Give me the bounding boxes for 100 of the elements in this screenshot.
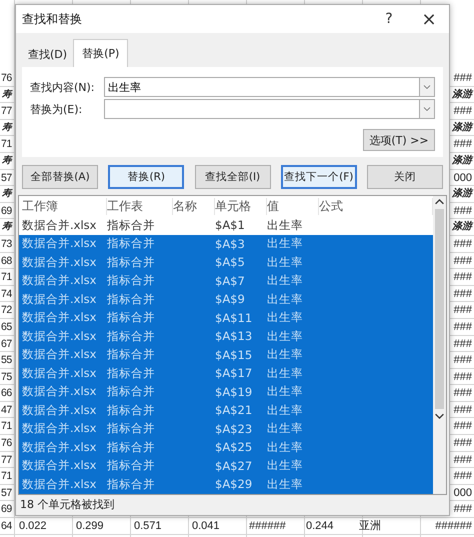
- spreadsheet-cell-text: 72: [0, 303, 12, 318]
- result-row[interactable]: 数据合并.xlsx 指标合并 $A$13 出生率: [19, 327, 433, 346]
- cell-address: $A$9: [215, 292, 246, 306]
- cell-address: $A$11: [215, 310, 254, 325]
- action-button[interactable]: 替换(R): [108, 165, 184, 189]
- status-text: 18 个单元格被找到: [19, 497, 116, 513]
- column-header[interactable]: 工作表: [107, 198, 173, 214]
- spreadsheet-cell-text: 69: [0, 204, 12, 219]
- spreadsheet-cell-text: 64: [0, 519, 12, 534]
- sheet-cell-text: 指标合并: [107, 440, 156, 455]
- result-row[interactable]: 数据合并.xlsx 指标合并 $A$21 出生率: [19, 401, 433, 420]
- workbook-cell-text: 数据合并.xlsx: [22, 366, 98, 381]
- result-row[interactable]: 数据合并.xlsx 指标合并 $A$5 出生率: [19, 253, 433, 272]
- value-cell-text: 出生率: [267, 440, 304, 455]
- sheet-cell-text: 指标合并: [107, 328, 156, 344]
- sheet-cell-text: 指标合并: [107, 458, 156, 474]
- result-row[interactable]: 数据合并.xlsx 指标合并 $A$15 出生率: [19, 346, 433, 364]
- sheet-cell-text: 指标合并: [107, 421, 156, 436]
- spreadsheet-cell-text: 寿: [1, 187, 12, 202]
- result-row[interactable]: 数据合并.xlsx 指标合并 $A$19 出生率: [19, 382, 433, 401]
- sheet-cell-text: 指标合并: [107, 310, 156, 326]
- sheet-cell-text: 指标合并: [107, 402, 156, 418]
- sheet-cell-text: 指标合并: [107, 236, 156, 252]
- result-row[interactable]: 数据合并.xlsx 指标合并 $A$7 出生率: [19, 272, 433, 290]
- spreadsheet-cell-text: 涤游: [452, 186, 474, 202]
- options-button[interactable]: 选项(T) >>: [363, 129, 435, 151]
- spreadsheet-cell-text: ###: [454, 320, 473, 335]
- spreadsheet-cell-text: 57: [0, 486, 12, 501]
- spreadsheet-cell-text: 寿: [1, 154, 12, 168]
- workbook-cell-text: 数据合并.xlsx: [22, 218, 98, 233]
- spreadsheet-cell-text: 0.041: [191, 519, 220, 534]
- value-cell-text: 出生率: [267, 236, 304, 252]
- value-cell-text: 出生率: [267, 254, 304, 270]
- dropdown-icon[interactable]: [419, 77, 435, 97]
- spreadsheet-cell-text: ###: [454, 104, 473, 120]
- spreadsheet-cell-text: 68: [0, 254, 12, 269]
- result-row[interactable]: 数据合并.xlsx 指标合并 $A$17 出生率: [19, 364, 433, 382]
- workbook-cell-text: 数据合并.xlsx: [22, 328, 98, 344]
- action-button[interactable]: 全部替换(A): [22, 165, 98, 189]
- cell-address: $A$27: [215, 458, 254, 473]
- spreadsheet-cell-text: 涤游: [452, 220, 474, 234]
- spreadsheet-cell-text: 75: [0, 370, 12, 385]
- sheet-cell-text: 指标合并: [107, 292, 156, 307]
- cell-address: $A$25: [215, 440, 254, 454]
- spreadsheet-cell-text: 76: [0, 436, 12, 452]
- value-cell-text: 出生率: [267, 273, 304, 288]
- column-header[interactable]: 值: [267, 198, 319, 214]
- action-button[interactable]: 查找下一个(F): [280, 165, 357, 189]
- find-field[interactable]: 出生率: [104, 77, 419, 97]
- workbook-cell-text: 数据合并.xlsx: [22, 236, 98, 252]
- spreadsheet-cell-text: 66: [0, 386, 12, 402]
- close-button[interactable]: ×: [409, 5, 449, 33]
- spreadsheet-cell-text: 65: [0, 320, 12, 335]
- replace-field[interactable]: [104, 99, 419, 119]
- column-header[interactable]: 名称: [173, 198, 215, 214]
- window-title: 查找和替换: [22, 10, 83, 28]
- spreadsheet-cell-text: ######: [435, 519, 473, 534]
- action-button[interactable]: 查找全部(I): [194, 165, 270, 189]
- result-row[interactable]: 数据合并.xlsx 指标合并 $A$25 出生率: [19, 438, 433, 456]
- result-row[interactable]: 数据合并.xlsx 指标合并 $A$11 出生率: [19, 308, 433, 327]
- result-row[interactable]: 数据合并.xlsx 指标合并 $A$29 出生率: [19, 475, 433, 494]
- workbook-cell-text: 数据合并.xlsx: [22, 292, 98, 307]
- scrollbar[interactable]: [433, 196, 446, 494]
- spreadsheet-cell-text: 0.244: [305, 519, 334, 534]
- cell-address: $A$19: [215, 384, 254, 399]
- spreadsheet-cell-text: 0.022: [18, 519, 47, 534]
- spreadsheet-cell-text: 涤游: [452, 154, 474, 168]
- spreadsheet-cell-text: ###: [454, 270, 473, 286]
- result-row[interactable]: 数据合并.xlsx 指标合并 $A$27 出生率: [19, 456, 433, 475]
- workbook-cell-text: 数据合并.xlsx: [22, 273, 98, 288]
- dropdown-icon[interactable]: [419, 99, 435, 119]
- value-cell-text: 出生率: [267, 458, 304, 474]
- spreadsheet-cell-text: 涤游: [452, 88, 474, 102]
- column-header[interactable]: 工作簿: [22, 198, 107, 214]
- sheet-cell-text: 指标合并: [107, 218, 156, 233]
- field-label: 替换为(E):: [30, 102, 84, 116]
- cell-address: $A$21: [215, 403, 254, 418]
- spreadsheet-cell-text: 亚洲: [358, 519, 381, 534]
- value-cell-text: 出生率: [267, 421, 304, 436]
- sheet-cell-text: 指标合并: [107, 254, 156, 270]
- cell-address: $A$17: [215, 366, 254, 380]
- spreadsheet-cell-text: 寿: [1, 88, 12, 102]
- action-button[interactable]: 关闭: [367, 165, 443, 189]
- result-row[interactable]: 数据合并.xlsx 指标合并 $A$23 出生率: [19, 420, 433, 438]
- spreadsheet-cell-text: ###: [454, 204, 473, 219]
- spreadsheet-cell-text: ###: [454, 353, 473, 368]
- tab[interactable]: 替换(P): [73, 39, 128, 67]
- spreadsheet-cell-text: 55: [0, 353, 12, 368]
- spreadsheet-cell-text: 涤游: [452, 120, 474, 135]
- value-cell-text: 出生率: [267, 328, 304, 344]
- spreadsheet-cell-text: ###: [454, 336, 473, 352]
- column-header[interactable]: 单元格: [215, 198, 267, 214]
- result-row[interactable]: 数据合并.xlsx 指标合并 $A$3 出生率: [19, 234, 433, 253]
- result-row[interactable]: 数据合并.xlsx 指标合并 $A$9 出生率: [19, 290, 433, 308]
- workbook-cell-text: 数据合并.xlsx: [22, 421, 98, 436]
- help-button[interactable]: ?: [369, 5, 409, 33]
- result-row[interactable]: 数据合并.xlsx 指标合并 $A$1 出生率: [19, 216, 433, 234]
- spreadsheet-cell-text: 寿: [1, 220, 12, 234]
- spreadsheet-cell-text: 74: [0, 286, 12, 302]
- tab[interactable]: 查找(D): [22, 42, 74, 67]
